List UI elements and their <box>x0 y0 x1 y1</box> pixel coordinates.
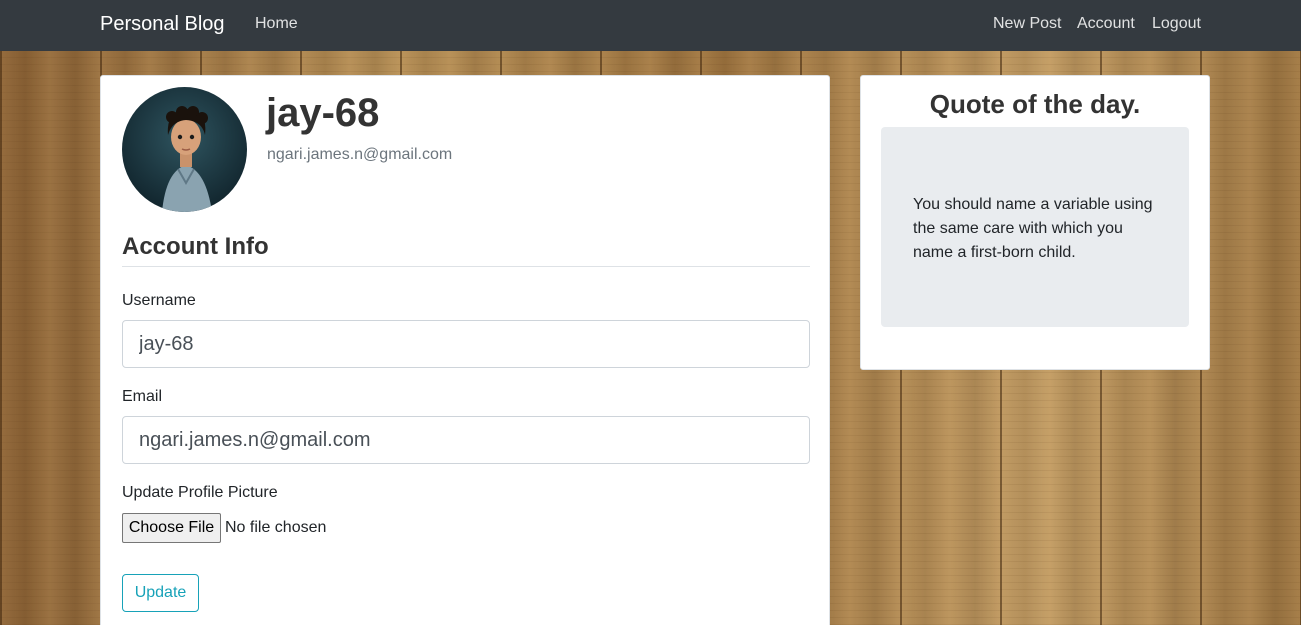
brand-link[interactable]: Personal Blog <box>100 12 225 36</box>
update-button[interactable]: Update <box>122 574 199 612</box>
profile-picture-label: Update Profile Picture <box>122 484 278 501</box>
quote-title: Quote of the day. <box>929 89 1141 119</box>
avatar-photo <box>122 87 247 212</box>
account-card: jay-68 ngari.james.n@gmail.com Account I… <box>100 75 830 625</box>
profile-avatar <box>122 87 247 212</box>
nav-logout-link[interactable]: Logout <box>1152 14 1201 34</box>
quote-card: Quote of the day. You should name a vari… <box>860 75 1210 370</box>
quote-text: You should name a variable using the sam… <box>913 196 1153 261</box>
username-label: Username <box>122 292 196 309</box>
profile-email: ngari.james.n@gmail.com <box>267 146 453 163</box>
nav-account-link[interactable]: Account <box>1077 14 1135 34</box>
username-input[interactable] <box>122 320 810 368</box>
nav-new-post-link[interactable]: New Post <box>993 14 1061 34</box>
file-status-text: No file chosen <box>225 519 327 536</box>
profile-username: jay-68 <box>266 91 380 135</box>
nav-home-link[interactable]: Home <box>255 14 298 34</box>
top-navbar: Personal Blog Home New Post Account Logo… <box>0 0 1301 51</box>
choose-file-button[interactable]: Choose File <box>122 513 221 543</box>
email-input[interactable] <box>122 416 810 464</box>
account-info-heading: Account Info <box>122 232 810 267</box>
quote-box: You should name a variable using the sam… <box>881 127 1189 327</box>
email-label: Email <box>122 388 163 405</box>
